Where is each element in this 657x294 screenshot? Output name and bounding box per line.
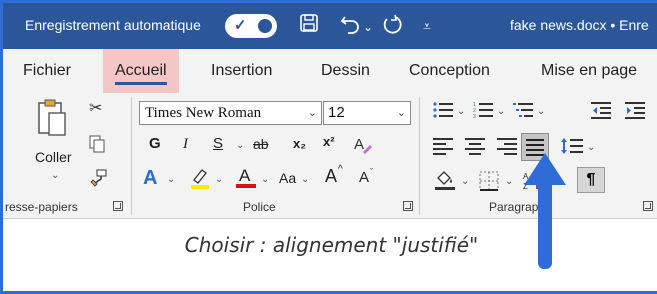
- shading-dropdown-icon[interactable]: ⌄: [461, 171, 469, 193]
- highlight-dropdown-icon[interactable]: ⌄: [215, 169, 223, 191]
- multilevel-list-icon[interactable]: [513, 101, 533, 125]
- grow-font-button[interactable]: A: [325, 165, 337, 187]
- align-right-icon[interactable]: [497, 137, 517, 161]
- align-center-icon[interactable]: [465, 137, 485, 161]
- svg-text:3: 3: [473, 114, 476, 119]
- autosave-toggle[interactable]: ✓: [225, 14, 277, 38]
- font-group-label: Police: [243, 200, 276, 214]
- bullets-icon[interactable]: [433, 101, 453, 125]
- save-icon[interactable]: [299, 13, 319, 39]
- instruction-caption: Choisir : alignement "justifié": [184, 233, 479, 257]
- title-bar: Enregistrement automatique ✓ ⌄ ⩡ fake ne…: [3, 3, 657, 49]
- redo-icon[interactable]: [381, 13, 403, 41]
- borders-dropdown-icon[interactable]: ⌄: [505, 171, 513, 193]
- tab-conception[interactable]: Conception: [409, 49, 490, 93]
- clear-formatting-icon[interactable]: A: [353, 134, 373, 160]
- change-case-button[interactable]: Aa: [279, 167, 296, 189]
- numbering-dropdown-icon[interactable]: ⌄: [497, 101, 505, 123]
- clipboard-group-label: resse-papiers: [5, 200, 78, 214]
- text-effects-dropdown-icon[interactable]: ⌄: [167, 169, 175, 191]
- ribbon-tabs: Fichier Accueil Insertion Dessin Concept…: [3, 49, 657, 93]
- tab-dessin[interactable]: Dessin: [321, 49, 370, 93]
- copy-icon[interactable]: [89, 135, 105, 159]
- paste-dropdown-icon[interactable]: ⌄: [51, 165, 59, 187]
- svg-text:A: A: [354, 136, 364, 153]
- tab-mise-en-page[interactable]: Mise en page: [541, 49, 637, 93]
- change-case-dropdown-icon[interactable]: ⌄: [301, 169, 309, 191]
- toggle-knob: [258, 19, 272, 33]
- font-name-select[interactable]: Times New Roman ⌄: [139, 101, 322, 125]
- undo-icon[interactable]: [339, 13, 361, 41]
- clipboard-launcher-icon[interactable]: [113, 201, 123, 211]
- tab-fichier[interactable]: Fichier: [23, 49, 71, 93]
- increase-indent-icon[interactable]: [625, 101, 645, 125]
- tab-insertion[interactable]: Insertion: [211, 49, 272, 93]
- underline-button[interactable]: S: [213, 133, 223, 155]
- shrink-font-button[interactable]: A: [359, 167, 369, 189]
- multilevel-dropdown-icon[interactable]: ⌄: [537, 101, 545, 123]
- font-size-value: 12: [328, 104, 345, 121]
- paste-icon[interactable]: [37, 99, 67, 147]
- shading-icon[interactable]: [435, 169, 455, 197]
- numbering-icon[interactable]: 123: [473, 101, 493, 125]
- undo-dropdown-icon[interactable]: ⌄: [363, 15, 373, 39]
- svg-text:A: A: [239, 166, 251, 185]
- font-color-dropdown-icon[interactable]: ⌄: [261, 169, 269, 191]
- font-color-icon[interactable]: A: [235, 165, 257, 195]
- tab-accueil-label: Accueil: [115, 62, 167, 85]
- show-formatting-button[interactable]: ¶: [577, 167, 605, 193]
- format-painter-icon[interactable]: [89, 169, 107, 193]
- strikethrough-button[interactable]: ab: [253, 133, 269, 155]
- borders-icon[interactable]: [479, 171, 499, 197]
- shrink-font-caret-icon: ˇ: [370, 167, 373, 177]
- font-size-select[interactable]: 12 ⌄: [323, 101, 411, 125]
- check-icon: ✓: [234, 17, 247, 34]
- highlight-color-icon[interactable]: [189, 167, 211, 195]
- bullets-dropdown-icon[interactable]: ⌄: [457, 101, 465, 123]
- chevron-down-icon: ⌄: [307, 107, 317, 119]
- bold-button[interactable]: G: [149, 133, 161, 155]
- autosave-label: Enregistrement automatique: [25, 17, 201, 33]
- font-launcher-icon[interactable]: [403, 201, 413, 211]
- cut-icon[interactable]: ✂: [89, 99, 102, 119]
- subscript-button[interactable]: x₂: [293, 133, 306, 155]
- tab-accueil[interactable]: Accueil: [103, 49, 179, 93]
- align-left-icon[interactable]: [433, 137, 453, 161]
- annotation-arrow-shaft: [538, 181, 552, 269]
- group-separator: [419, 97, 420, 215]
- font-name-value: Times New Roman: [145, 105, 262, 121]
- group-separator: [131, 97, 132, 215]
- customize-qat-icon[interactable]: ⩡: [423, 14, 431, 38]
- chevron-down-icon: ⌄: [396, 107, 406, 119]
- document-filename: fake news.docx • Enre: [510, 17, 649, 33]
- italic-button[interactable]: I: [183, 133, 188, 155]
- superscript-button[interactable]: x²: [323, 131, 335, 153]
- line-spacing-dropdown-icon[interactable]: ⌄: [587, 137, 595, 159]
- grow-font-caret-icon: ^: [338, 164, 343, 175]
- screenshot-frame: Enregistrement automatique ✓ ⌄ ⩡ fake ne…: [0, 0, 657, 294]
- text-effects-icon[interactable]: A: [143, 167, 157, 189]
- decrease-indent-icon[interactable]: [591, 101, 611, 125]
- underline-dropdown-icon[interactable]: ⌄: [236, 135, 244, 157]
- paragraph-launcher-icon[interactable]: [643, 201, 653, 211]
